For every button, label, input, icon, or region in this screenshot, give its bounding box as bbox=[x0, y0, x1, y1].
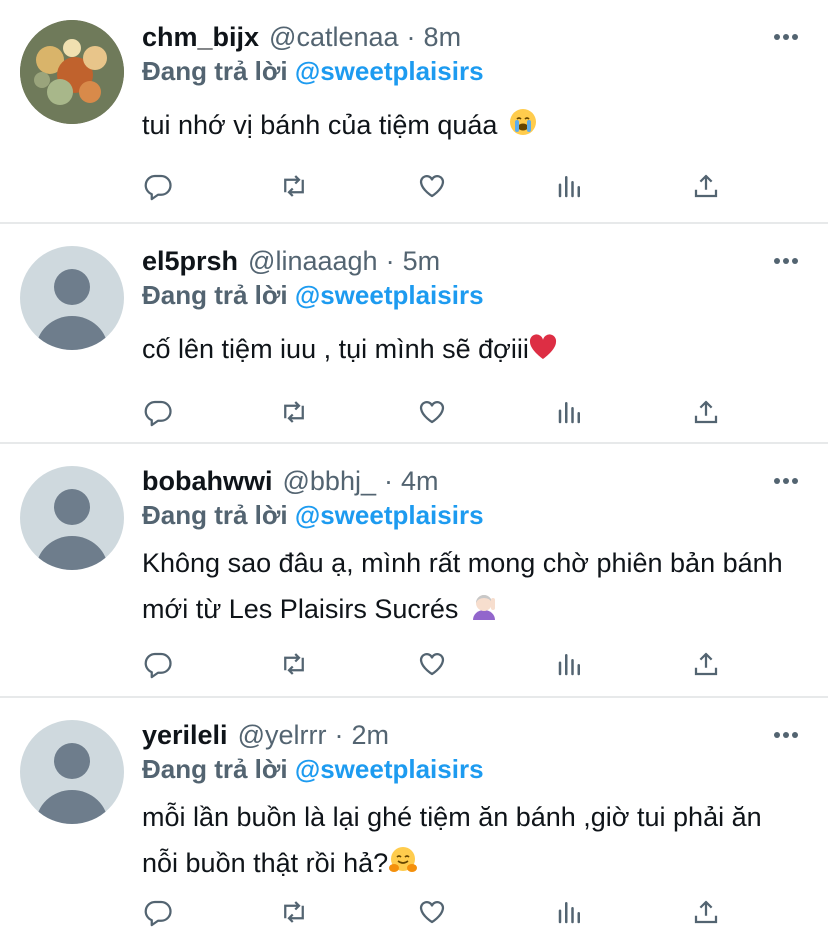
display-name[interactable]: bobahwwi bbox=[142, 466, 273, 497]
tweet-text: Không sao đâu ạ, mình rất mong chờ phiên… bbox=[142, 540, 804, 634]
reply-icon[interactable] bbox=[140, 646, 176, 682]
timestamp[interactable]: 2m bbox=[351, 720, 389, 751]
tweet-header: el5prsh @linaaagh · 5m bbox=[142, 242, 804, 280]
username[interactable]: @bbhj_ bbox=[283, 466, 376, 497]
tweet-actions bbox=[142, 644, 804, 684]
tweet-text-body: Không sao đâu ạ, mình rất mong chờ phiên… bbox=[142, 548, 783, 624]
tweet-header: chm_bijx @catlenaa · 8m bbox=[142, 18, 804, 56]
mention-link[interactable]: @sweetplaisirs bbox=[295, 500, 484, 530]
tweet-content: yerileli @yelrrr · 2m Đang trả lời @swee… bbox=[142, 716, 804, 888]
tweet-actions bbox=[142, 892, 804, 932]
more-options-icon[interactable] bbox=[772, 716, 800, 754]
tweet-actions bbox=[142, 166, 804, 206]
person-tipping-hand-icon bbox=[470, 588, 498, 634]
analytics-icon[interactable] bbox=[552, 646, 588, 682]
avatar[interactable] bbox=[20, 20, 124, 124]
mention-link[interactable]: @sweetplaisirs bbox=[295, 754, 484, 784]
loudly-crying-face-icon bbox=[509, 104, 537, 150]
replying-to: Đang trả lời @sweetplaisirs bbox=[142, 56, 804, 90]
retweet-icon[interactable] bbox=[276, 894, 312, 930]
mention-link[interactable]: @sweetplaisirs bbox=[295, 280, 484, 310]
more-options-icon[interactable] bbox=[772, 242, 800, 280]
replying-to-label: Đang trả lời bbox=[142, 754, 288, 784]
share-icon[interactable] bbox=[688, 646, 724, 682]
reply-icon[interactable] bbox=[140, 894, 176, 930]
tweet[interactable]: el5prsh @linaaagh · 5m Đang trả lời @swe… bbox=[0, 224, 828, 444]
tweet-content: chm_bijx @catlenaa · 8m Đang trả lời @sw… bbox=[142, 18, 804, 150]
tweet-text: mỗi lần buồn là lại ghé tiệm ăn bánh ,gi… bbox=[142, 794, 804, 888]
avatar[interactable] bbox=[20, 466, 124, 570]
tweet-text: cố lên tiệm iuu , tụi mình sẽ đợiii bbox=[142, 326, 804, 374]
like-icon[interactable] bbox=[414, 394, 450, 430]
retweet-icon[interactable] bbox=[276, 646, 312, 682]
tweet-text-body: cố lên tiệm iuu , tụi mình sẽ đợiii bbox=[142, 334, 529, 364]
username[interactable]: @yelrrr bbox=[238, 720, 327, 751]
analytics-icon[interactable] bbox=[552, 394, 588, 430]
more-options-icon[interactable] bbox=[772, 462, 800, 500]
tweet[interactable]: yerileli @yelrrr · 2m Đang trả lời @swee… bbox=[0, 698, 828, 940]
separator: · bbox=[334, 719, 344, 750]
display-name[interactable]: chm_bijx bbox=[142, 22, 259, 53]
mention-link[interactable]: @sweetplaisirs bbox=[295, 56, 484, 86]
tweet[interactable]: bobahwwi @bbhj_ · 4m Đang trả lời @sweet… bbox=[0, 444, 828, 698]
tweet[interactable]: chm_bijx @catlenaa · 8m Đang trả lời @sw… bbox=[0, 0, 828, 224]
replying-to-label: Đang trả lời bbox=[142, 280, 288, 310]
like-icon[interactable] bbox=[414, 168, 450, 204]
separator: · bbox=[383, 465, 393, 496]
username[interactable]: @linaaagh bbox=[248, 246, 378, 277]
replying-to-label: Đang trả lời bbox=[142, 500, 288, 530]
tweet-header: yerileli @yelrrr · 2m bbox=[142, 716, 804, 754]
avatar[interactable] bbox=[20, 246, 124, 350]
reply-feed: chm_bijx @catlenaa · 8m Đang trả lời @sw… bbox=[0, 0, 828, 940]
hugging-face-icon bbox=[388, 842, 418, 888]
separator: · bbox=[406, 21, 416, 52]
share-icon[interactable] bbox=[688, 894, 724, 930]
more-options-icon[interactable] bbox=[772, 18, 800, 56]
timestamp[interactable]: 8m bbox=[424, 22, 462, 53]
replying-to: Đang trả lời @sweetplaisirs bbox=[142, 280, 804, 314]
tweet-actions bbox=[142, 392, 804, 432]
timestamp[interactable]: 4m bbox=[401, 466, 439, 497]
retweet-icon[interactable] bbox=[276, 168, 312, 204]
tweet-text-body: mỗi lần buồn là lại ghé tiệm ăn bánh ,gi… bbox=[142, 802, 762, 878]
replying-to: Đang trả lời @sweetplaisirs bbox=[142, 500, 804, 534]
timestamp[interactable]: 5m bbox=[403, 246, 441, 277]
share-icon[interactable] bbox=[688, 168, 724, 204]
tweet-header: bobahwwi @bbhj_ · 4m bbox=[142, 462, 804, 500]
like-icon[interactable] bbox=[414, 646, 450, 682]
tweet-text: tui nhớ vị bánh của tiệm quáa bbox=[142, 102, 804, 150]
analytics-icon[interactable] bbox=[552, 168, 588, 204]
avatar[interactable] bbox=[20, 720, 124, 824]
username[interactable]: @catlenaa bbox=[269, 22, 399, 53]
display-name[interactable]: el5prsh bbox=[142, 246, 238, 277]
replying-to: Đang trả lời @sweetplaisirs bbox=[142, 754, 804, 788]
red-heart-icon bbox=[529, 328, 557, 374]
separator: · bbox=[385, 245, 395, 276]
like-icon[interactable] bbox=[414, 894, 450, 930]
share-icon[interactable] bbox=[688, 394, 724, 430]
replying-to-label: Đang trả lời bbox=[142, 56, 288, 86]
retweet-icon[interactable] bbox=[276, 394, 312, 430]
tweet-content: bobahwwi @bbhj_ · 4m Đang trả lời @sweet… bbox=[142, 462, 804, 634]
reply-icon[interactable] bbox=[140, 168, 176, 204]
reply-icon[interactable] bbox=[140, 394, 176, 430]
analytics-icon[interactable] bbox=[552, 894, 588, 930]
tweet-content: el5prsh @linaaagh · 5m Đang trả lời @swe… bbox=[142, 242, 804, 374]
tweet-text-body: tui nhớ vị bánh của tiệm quáa bbox=[142, 110, 498, 140]
display-name[interactable]: yerileli bbox=[142, 720, 228, 751]
